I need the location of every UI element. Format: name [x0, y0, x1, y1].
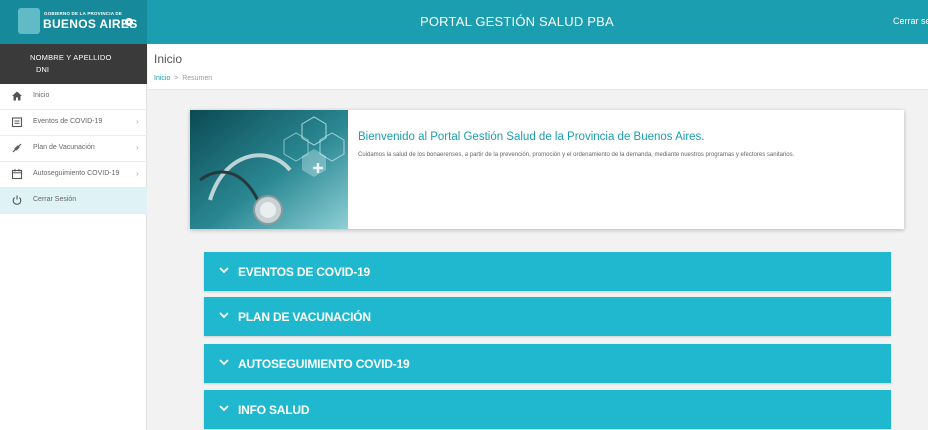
accordion-eventos-covid[interactable]: EVENTOS DE COVID-19 [204, 252, 891, 291]
chevron-down-icon [219, 405, 229, 412]
user-box: NOMBRE Y APELLIDO DNI [0, 44, 147, 84]
sidebar: NOMBRE Y APELLIDO DNI Inicio Eventos de … [0, 44, 147, 430]
sidebar-item-label: Autoseguimiento COVID-19 [33, 170, 120, 177]
portal-title: PORTAL GESTIÓN SALUD PBA [420, 14, 614, 29]
chevron-down-icon [219, 359, 229, 366]
sidebar-item-label: Eventos de COVID-19 [33, 118, 103, 125]
logo-subtitle: GOBIERNO DE LA PROVINCIA DE [44, 11, 123, 16]
sidebar-item-plan-vacunacion[interactable]: Plan de Vacunación › [0, 136, 147, 162]
welcome-text: Cuidamos la salud de los bonaerenses, a … [358, 152, 795, 158]
accordion-info-salud[interactable]: INFO SALUD [204, 390, 891, 429]
chevron-right-icon: › [136, 169, 139, 178]
home-icon [10, 90, 24, 104]
sidebar-item-label: Cerrar Sesión [33, 196, 77, 203]
accordion-plan-vacunacion[interactable]: PLAN DE VACUNACIÓN [204, 297, 891, 336]
province-shield-icon [18, 8, 40, 34]
accordion-label: INFO SALUD [238, 403, 310, 417]
chevron-down-icon [219, 267, 229, 274]
sidebar-item-label: Plan de Vacunación [33, 144, 95, 151]
sidebar-item-eventos-covid[interactable]: Eventos de COVID-19 › [0, 110, 147, 136]
accordion-label: PLAN DE VACUNACIÓN [238, 310, 371, 324]
sidebar-item-label: Inicio [33, 92, 50, 99]
chevron-right-icon: › [136, 143, 139, 152]
page-header: Inicio Inicio > Resumen [148, 44, 928, 90]
sidebar-item-autoseguimiento[interactable]: Autoseguimiento COVID-19 › [0, 162, 147, 188]
page-title: Inicio [154, 52, 183, 66]
welcome-title: Bienvenido al Portal Gestión Salud de la… [358, 131, 705, 143]
top-bar: GOBIERNO DE LA PROVINCIA DE BUENOS AIRES… [0, 0, 928, 44]
sidebar-item-inicio[interactable]: Inicio [0, 84, 147, 110]
accordion-label: EVENTOS DE COVID-19 [238, 265, 371, 279]
chevron-down-icon [219, 312, 229, 319]
power-icon [10, 194, 24, 208]
logo-title: BUENOS AIRES [43, 17, 138, 31]
calendar-icon [10, 168, 24, 182]
syringe-icon [10, 142, 24, 156]
breadcrumb-current: Resumen [182, 75, 213, 82]
sidebar-item-cerrar-sesion[interactable]: Cerrar Sesión [0, 188, 147, 214]
logo-dot-icon [125, 18, 133, 26]
breadcrumb-separator: > [174, 75, 179, 82]
accordion-autoseguimiento[interactable]: AUTOSEGUIMIENTO COVID-19 [204, 344, 891, 383]
logout-link[interactable]: Cerrar sesi [893, 16, 928, 26]
welcome-card: Bienvenido al Portal Gestión Salud de la… [190, 110, 904, 229]
user-dni: DNI [36, 65, 49, 74]
accordion-label: AUTOSEGUIMIENTO COVID-19 [238, 357, 410, 371]
chevron-right-icon: › [136, 117, 139, 126]
logo[interactable]: GOBIERNO DE LA PROVINCIA DE BUENOS AIRES [0, 0, 147, 44]
calendar-list-icon [10, 116, 24, 130]
user-name: NOMBRE Y APELLIDO [30, 53, 112, 62]
breadcrumb-link-inicio[interactable]: Inicio [154, 75, 170, 82]
stethoscope-image [190, 110, 348, 229]
breadcrumb: Inicio > Resumen [154, 75, 212, 82]
